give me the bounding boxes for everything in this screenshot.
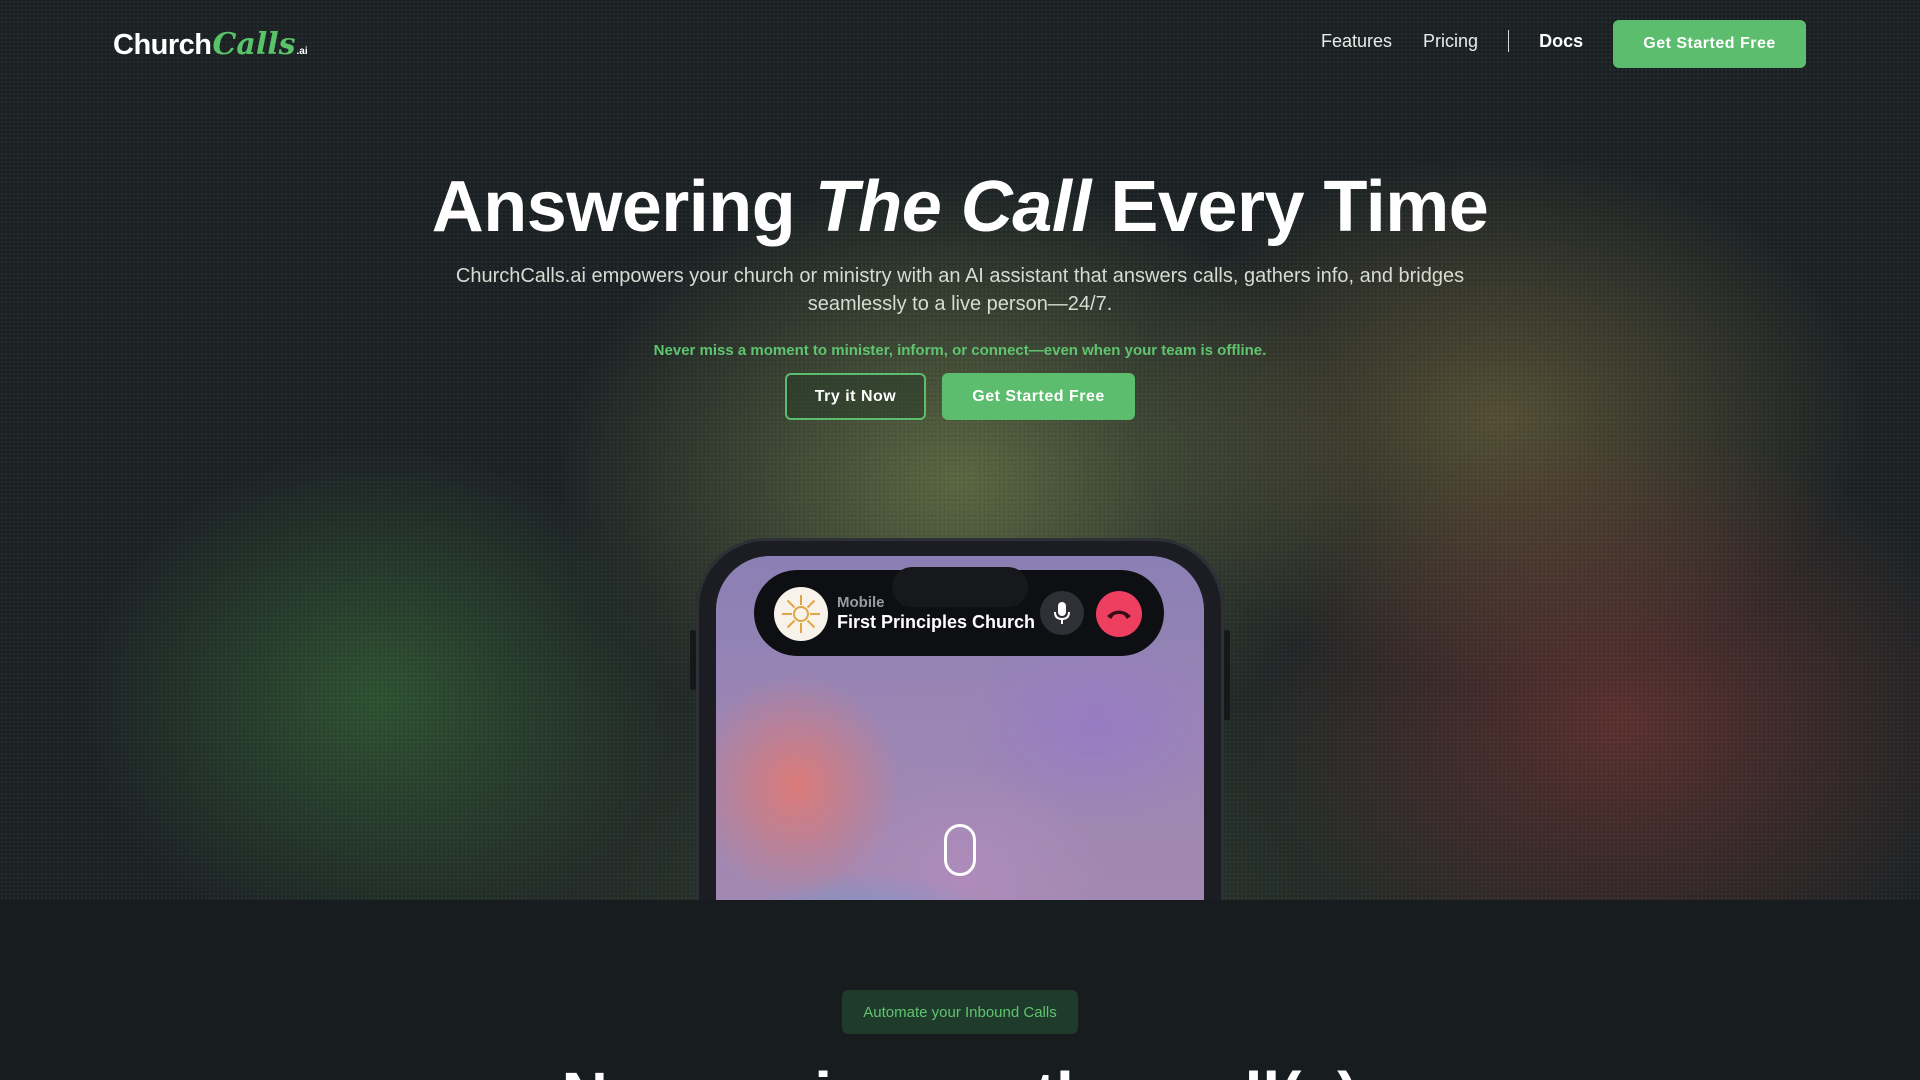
headline-part-2: Every Time (1090, 167, 1489, 247)
caller-type-label: Mobile (837, 594, 885, 611)
top-navigation: Church Calls .ai Features Pricing Docs G… (0, 0, 1920, 88)
phone-side-button-left (690, 630, 696, 690)
end-call-button[interactable] (1096, 591, 1142, 637)
nav-pricing-link[interactable]: Pricing (1423, 31, 1478, 52)
hero-get-started-button[interactable]: Get Started Free (942, 373, 1135, 420)
section-title: Never miss another call(s) (0, 1058, 1920, 1080)
hero-section: Mobile First Principles Church (0, 0, 1920, 900)
hero-headline: Answering The Call Every Time (0, 166, 1920, 248)
logo[interactable]: Church Calls .ai (113, 27, 308, 62)
section-badge: Automate your Inbound Calls (842, 990, 1078, 1034)
scroll-indicator-icon (944, 824, 976, 876)
nav-docs-link[interactable]: Docs (1539, 31, 1583, 52)
phone-side-button-right (1224, 630, 1230, 720)
camera-cutout (892, 567, 1028, 607)
hero-tagline: Never miss a moment to minister, inform,… (653, 342, 1267, 359)
microphone-icon (1054, 602, 1070, 624)
logo-church-text: Church (113, 29, 212, 61)
hero-subtext: ChurchCalls.ai empowers your church or m… (455, 265, 1465, 315)
logo-ai-text: .ai (296, 46, 308, 57)
try-it-now-button[interactable]: Try it Now (785, 373, 926, 420)
logo-calls-text: Calls (212, 27, 296, 62)
end-call-icon (1107, 610, 1131, 619)
church-sunburst-icon (774, 587, 828, 641)
caller-name: First Principles Church (837, 612, 1036, 632)
headline-italic: The Call (814, 167, 1092, 247)
nav-get-started-button[interactable]: Get Started Free (1613, 20, 1806, 68)
headline-part-1: Answering (431, 167, 815, 247)
nav-divider (1508, 30, 1510, 52)
nav-features-link[interactable]: Features (1321, 31, 1392, 52)
mute-button[interactable] (1040, 591, 1084, 635)
nav-links: Features Pricing Docs (1321, 30, 1583, 52)
